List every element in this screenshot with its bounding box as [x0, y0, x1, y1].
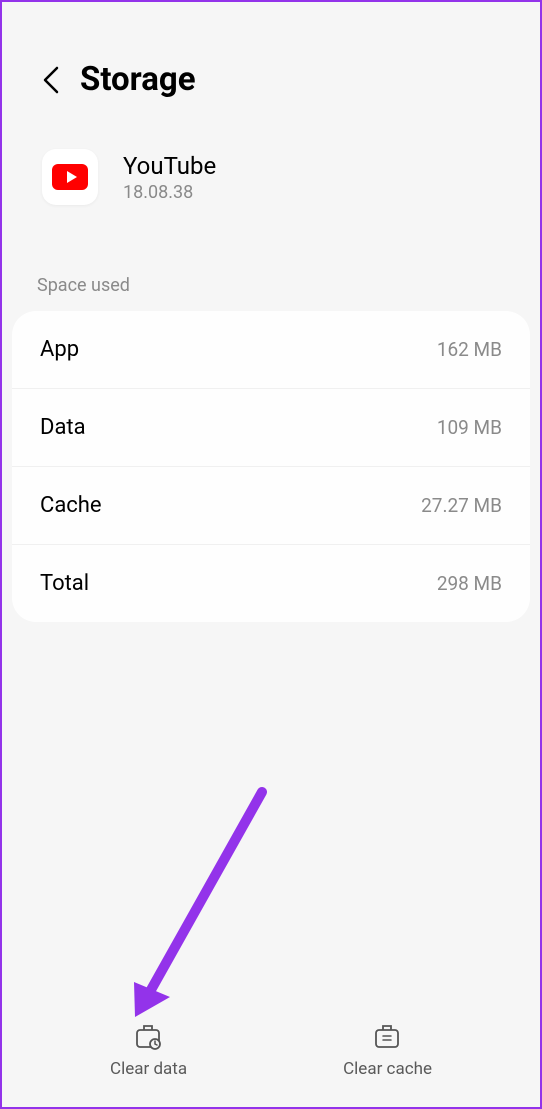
- row-value: 109 MB: [437, 416, 502, 439]
- header: Storage: [2, 2, 540, 119]
- storage-list: App 162 MB Data 109 MB Cache 27.27 MB To…: [12, 311, 530, 622]
- clear-data-label: Clear data: [110, 1059, 187, 1079]
- storage-row-cache: Cache 27.27 MB: [12, 467, 530, 545]
- app-version: 18.08.38: [123, 182, 216, 203]
- row-label: Total: [40, 571, 89, 596]
- row-label: Cache: [40, 493, 102, 518]
- app-icon: [42, 149, 98, 205]
- section-label: Space used: [2, 255, 540, 311]
- row-label: Data: [40, 415, 86, 440]
- clear-cache-label: Clear cache: [343, 1059, 432, 1079]
- clear-data-icon: [134, 1021, 164, 1051]
- row-value: 27.27 MB: [421, 494, 502, 517]
- bottom-actions: Clear data Clear cache: [2, 1011, 540, 1089]
- storage-row-data: Data 109 MB: [12, 389, 530, 467]
- clear-cache-icon: [373, 1021, 403, 1051]
- youtube-icon: [52, 164, 88, 190]
- storage-row-app: App 162 MB: [12, 311, 530, 389]
- row-label: App: [40, 337, 79, 362]
- storage-row-total: Total 298 MB: [12, 545, 530, 622]
- clear-data-button[interactable]: Clear data: [80, 1011, 217, 1089]
- page-title: Storage: [80, 60, 196, 99]
- back-button[interactable]: [42, 65, 60, 95]
- clear-cache-button[interactable]: Clear cache: [313, 1011, 462, 1089]
- annotation-arrow: [122, 787, 282, 1027]
- app-name: YouTube: [123, 152, 216, 180]
- app-info: YouTube 18.08.38: [2, 119, 540, 255]
- app-details: YouTube 18.08.38: [123, 152, 216, 203]
- row-value: 162 MB: [437, 338, 502, 361]
- row-value: 298 MB: [437, 572, 502, 595]
- chevron-left-icon: [42, 65, 60, 95]
